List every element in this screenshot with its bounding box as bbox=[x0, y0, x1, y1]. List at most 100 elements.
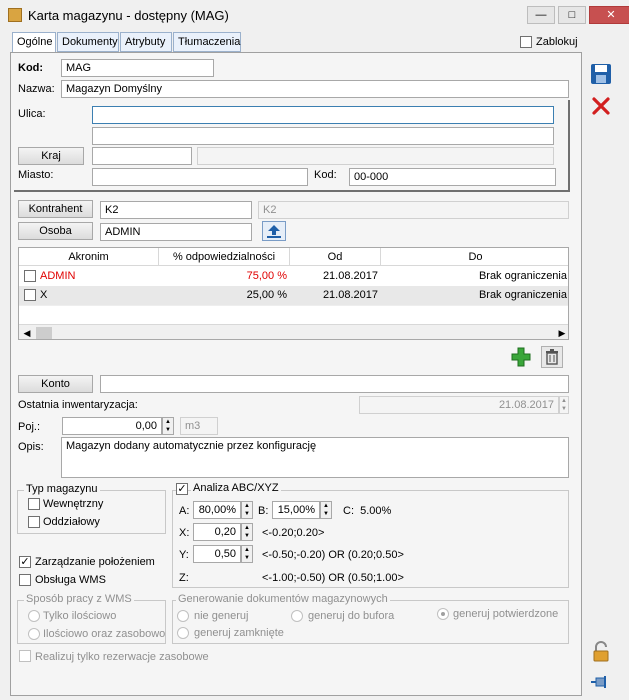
ulica-input-1[interactable] bbox=[92, 106, 554, 124]
opis-textarea[interactable]: Magazyn dodany automatycznie przez konfi… bbox=[61, 437, 569, 478]
obsluga-wms-label: Obsługa WMS bbox=[35, 574, 106, 586]
gen-radio-potwierdzone bbox=[437, 608, 449, 620]
row-akronim: X bbox=[40, 289, 48, 301]
x-spinner[interactable]: ▲ ▼ bbox=[241, 523, 253, 541]
gen-radio-bufor bbox=[291, 610, 303, 622]
blocked-label: Zablokuj bbox=[536, 36, 578, 48]
table-row[interactable]: X 25,00 % 21.08.2017 Brak ograniczenia bbox=[19, 286, 568, 305]
kraj-code-input[interactable] bbox=[92, 147, 192, 165]
inwentaryzacja-input: 21.08.2017 bbox=[359, 396, 559, 414]
grid-scrollbar[interactable]: ◀ ▶ bbox=[19, 324, 568, 339]
z-label: Z: bbox=[179, 572, 189, 584]
row-checkbox[interactable] bbox=[24, 289, 36, 301]
wms-title: Sposób pracy z WMS bbox=[24, 593, 134, 605]
realizuj-label: Realizuj tylko rezerwacje zasobowe bbox=[35, 651, 209, 663]
minimize-button[interactable]: — bbox=[527, 6, 555, 24]
ulica-label: Ulica: bbox=[18, 108, 46, 120]
poj-unit: m3 bbox=[180, 417, 218, 435]
tab-ogolne[interactable]: Ogólne bbox=[12, 32, 56, 54]
gen-title: Generowanie dokumentów magazynowych bbox=[176, 593, 390, 605]
b-spinner[interactable]: ▲ ▼ bbox=[320, 501, 332, 519]
row-od: 21.08.2017 bbox=[322, 270, 378, 282]
oddzialowy-label: Oddziałowy bbox=[43, 516, 100, 528]
wms-radio-zasobowo bbox=[28, 628, 40, 640]
row-percent: 25,00 % bbox=[246, 289, 287, 301]
tab-tlumaczenia[interactable]: Tłumaczenia bbox=[173, 32, 241, 52]
wewnetrzny-label: Wewnętrzny bbox=[43, 498, 104, 510]
grid-header-percent[interactable]: % odpowiedzialności bbox=[159, 248, 290, 266]
kod-pocztowy-input[interactable]: 00-000 bbox=[349, 168, 556, 186]
gen-radio-zamkniete bbox=[177, 627, 189, 639]
save-icon[interactable] bbox=[589, 62, 613, 86]
osoba-input[interactable]: ADMIN bbox=[100, 223, 252, 241]
osoba-button[interactable]: Osoba bbox=[18, 222, 93, 240]
grid-header-do[interactable]: Do bbox=[381, 248, 568, 266]
c-value: C: 5.00% bbox=[343, 505, 392, 517]
blocked-checkbox[interactable] bbox=[520, 36, 532, 48]
tab-dokumenty[interactable]: Dokumenty bbox=[57, 32, 119, 52]
miasto-input[interactable] bbox=[92, 168, 308, 186]
responsibility-grid: Akronim % odpowiedzialności Od Do ADMIN … bbox=[18, 247, 569, 340]
row-akronim: ADMIN bbox=[40, 270, 76, 282]
zarzadzanie-label: Zarządzanie położeniem bbox=[35, 556, 155, 568]
grid-header-akronim[interactable]: Akronim bbox=[19, 248, 159, 266]
y-input[interactable]: 0,50 bbox=[193, 545, 241, 563]
delete-row-button[interactable] bbox=[541, 346, 563, 368]
b-input[interactable]: 15,00% bbox=[272, 501, 320, 519]
obsluga-wms-checkbox[interactable] bbox=[19, 574, 31, 586]
y-label: Y: bbox=[179, 549, 189, 561]
maximize-button[interactable]: □ bbox=[558, 6, 586, 24]
ulica-input-2[interactable] bbox=[92, 127, 554, 145]
add-row-button[interactable] bbox=[510, 346, 532, 368]
oddzialowy-checkbox[interactable] bbox=[28, 516, 40, 528]
b-label: B: bbox=[258, 505, 269, 517]
x-label: X: bbox=[179, 527, 190, 539]
wms-radio-ilosciowo bbox=[28, 610, 40, 622]
scroll-left-icon[interactable]: ◀ bbox=[21, 326, 33, 339]
row-do: Brak ograniczenia bbox=[478, 289, 567, 301]
unlock-icon[interactable] bbox=[589, 640, 613, 664]
poj-input[interactable]: 0,00 bbox=[62, 417, 162, 435]
zarzadzanie-checkbox[interactable]: ✓ bbox=[19, 556, 31, 568]
nazwa-label: Nazwa: bbox=[18, 83, 55, 95]
x-range: <-0.20;0.20> bbox=[262, 527, 325, 539]
x-input[interactable]: 0,20 bbox=[193, 523, 241, 541]
typ-magazynu-title: Typ magazynu bbox=[24, 483, 100, 495]
gen-radio-nie bbox=[177, 610, 189, 622]
window-title: Karta magazynu - dostępny (MAG) bbox=[28, 8, 229, 23]
scroll-thumb[interactable] bbox=[36, 327, 52, 339]
row-checkbox[interactable] bbox=[24, 270, 36, 282]
kraj-button[interactable]: Kraj bbox=[18, 147, 84, 165]
y-spinner[interactable]: ▲ ▼ bbox=[241, 545, 253, 563]
kod-pocztowy-label: Kod: bbox=[314, 169, 337, 181]
row-do: Brak ograniczenia bbox=[478, 270, 567, 282]
pin-icon[interactable] bbox=[589, 670, 613, 694]
close-window-button[interactable]: ✕ bbox=[589, 6, 629, 24]
grid-header-od[interactable]: Od bbox=[290, 248, 381, 266]
a-spinner[interactable]: ▲ ▼ bbox=[241, 501, 253, 519]
gen-label-nie: nie generuj bbox=[194, 610, 249, 622]
z-range: <-1.00;-0.50) OR (0.50;1.00> bbox=[262, 572, 404, 584]
table-row[interactable]: ADMIN 75,00 % 21.08.2017 Brak ograniczen… bbox=[19, 267, 568, 286]
kontrahent-button[interactable]: Kontrahent bbox=[18, 200, 93, 218]
kod-input[interactable]: MAG bbox=[61, 59, 214, 77]
kontrahent-input[interactable]: K2 bbox=[100, 201, 252, 219]
opis-label: Opis: bbox=[18, 441, 44, 453]
tab-atrybuty[interactable]: Atrybuty bbox=[120, 32, 172, 52]
abc-checkbox[interactable]: ✓ bbox=[176, 483, 188, 495]
cancel-icon[interactable] bbox=[589, 94, 613, 118]
kraj-name-input bbox=[197, 147, 554, 165]
a-label: A: bbox=[179, 505, 190, 517]
wewnetrzny-checkbox[interactable] bbox=[28, 498, 40, 510]
konto-button[interactable]: Konto bbox=[18, 375, 93, 393]
konto-input[interactable] bbox=[100, 375, 569, 393]
empty-row bbox=[19, 305, 568, 323]
kod-label: Kod: bbox=[18, 62, 44, 74]
poj-spinner[interactable]: ▲ ▼ bbox=[162, 417, 174, 435]
osoba-upload-icon[interactable] bbox=[262, 221, 286, 241]
a-input[interactable]: 80,00% bbox=[193, 501, 241, 519]
row-percent: 75,00 % bbox=[246, 270, 287, 282]
nazwa-input[interactable]: Magazyn Domyślny bbox=[61, 80, 569, 98]
scroll-right-icon[interactable]: ▶ bbox=[556, 326, 568, 339]
app-icon bbox=[8, 8, 22, 22]
